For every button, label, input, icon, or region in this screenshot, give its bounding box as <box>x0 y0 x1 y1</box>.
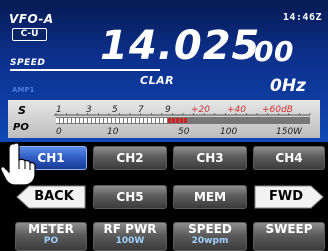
radio-screen: VFO-A C-U 14:46Z SPEED 14.025 00 CLAR 0H… <box>0 0 328 251</box>
rf-power-label: RF PWR <box>103 222 157 236</box>
speed-button-value: 20wpm <box>191 236 229 246</box>
s-tick-plus20: +20 <box>191 105 210 115</box>
s-tick-plus40: +40 <box>227 105 246 115</box>
po-tick-10: 10 <box>107 127 119 137</box>
meter-segment <box>68 118 71 123</box>
meter-segment <box>120 118 123 123</box>
meter-segment <box>128 118 131 123</box>
s-tick-7: 7 <box>138 105 144 115</box>
meter-segment <box>76 118 79 123</box>
frequency-main[interactable]: 14.025 <box>100 22 260 70</box>
meter-segment <box>140 118 143 123</box>
meter-segment <box>116 118 119 123</box>
meter-segment <box>136 118 139 123</box>
meter-segment <box>96 118 99 123</box>
meter-segment <box>60 118 63 123</box>
meter-segment <box>132 118 135 123</box>
fwd-button[interactable]: FWD <box>253 185 325 209</box>
sweep-button[interactable]: SWEEP <box>253 222 325 251</box>
ch5-button[interactable]: CH5 <box>93 185 167 209</box>
s-tick-1: 1 <box>56 105 62 115</box>
rf-power-button[interactable]: RF PWR 100W <box>93 222 167 251</box>
mode-badge[interactable]: C-U <box>12 28 47 41</box>
meter-segment <box>156 118 159 123</box>
meter-segment <box>72 118 75 123</box>
meter-segment <box>176 118 179 123</box>
amp-label: AMP1 <box>12 86 35 94</box>
speed-label: SPEED <box>10 58 46 68</box>
ch3-button[interactable]: CH3 <box>173 146 247 170</box>
hand-pointer-icon <box>0 142 36 186</box>
s-tick-9: 9 <box>165 105 171 115</box>
speed-button-label: SPEED <box>188 222 232 236</box>
back-button[interactable]: BACK <box>15 185 87 209</box>
meter-segment <box>168 118 171 123</box>
s-po-meter: S PO 1 3 5 7 9 +20 +40 +60dB 0 10 50 100… <box>8 100 320 138</box>
meter-segment <box>112 118 115 123</box>
po-tick-0: 0 <box>56 127 62 137</box>
s-tick-5: 5 <box>112 105 118 115</box>
ch4-button[interactable]: CH4 <box>253 146 325 170</box>
s-tick-3: 3 <box>86 105 92 115</box>
meter-segment <box>164 118 167 123</box>
meter-segment <box>160 118 163 123</box>
sweep-button-label: SWEEP <box>265 222 313 236</box>
meter-segment <box>100 118 103 123</box>
ch2-button[interactable]: CH2 <box>93 146 167 170</box>
speed-button[interactable]: SPEED 20wpm <box>173 222 247 251</box>
clock: 14:46Z <box>282 12 322 23</box>
meter-segment <box>88 118 91 123</box>
meter-segment <box>104 118 107 123</box>
po-tick-150w: 150W <box>276 127 303 137</box>
meter-segment <box>92 118 95 123</box>
meter-segment <box>84 118 87 123</box>
meter-button[interactable]: METER PO <box>15 222 87 251</box>
meter-segment <box>148 118 151 123</box>
meter-segment <box>108 118 111 123</box>
s-meter-label: S <box>18 104 26 117</box>
meter-segment <box>56 118 59 123</box>
rf-power-value: 100W <box>115 236 145 246</box>
fwd-label: FWD <box>268 189 303 204</box>
meter-segment <box>64 118 67 123</box>
po-tick-50: 50 <box>178 127 190 137</box>
clar-offset[interactable]: 0Hz <box>270 76 306 96</box>
mem-button[interactable]: MEM <box>173 185 247 209</box>
s-tick-plus60: +60dB <box>262 105 293 115</box>
frequency-fine[interactable]: 00 <box>254 34 294 70</box>
clar-label: CLAR <box>140 74 175 87</box>
meter-segment <box>184 118 187 123</box>
meter-segment <box>152 118 155 123</box>
vfo-label: VFO-A <box>9 12 54 26</box>
frequency-display: VFO-A C-U 14:46Z SPEED 14.025 00 CLAR 0H… <box>0 0 328 142</box>
meter-button-value: PO <box>43 236 59 246</box>
meter-segment <box>144 118 147 123</box>
meter-button-label: METER <box>28 222 74 236</box>
meter-segment <box>172 118 175 123</box>
meter-segment <box>80 118 83 123</box>
meter-segment <box>124 118 127 123</box>
back-label: BACK <box>34 189 74 204</box>
po-meter-label: PO <box>13 122 29 133</box>
po-tick-100: 100 <box>220 127 237 137</box>
meter-segment <box>180 118 183 123</box>
